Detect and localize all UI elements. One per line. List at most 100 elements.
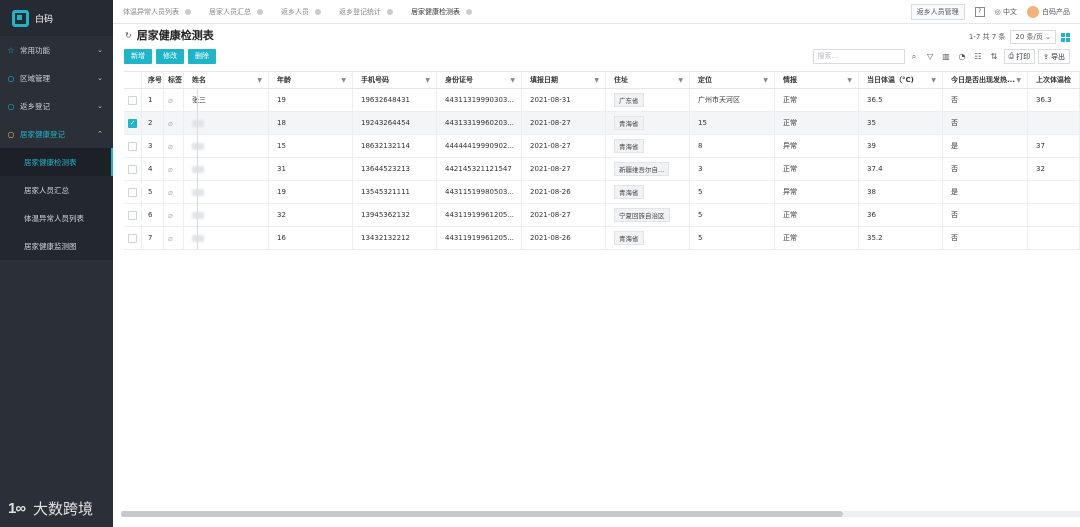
submenu-health-chart[interactable]: 居家健康监测图 (0, 232, 113, 260)
paperclip-icon[interactable]: ⌀ (168, 119, 173, 128)
filter-icon[interactable]: ▽ (924, 49, 937, 64)
location-cell: 5 (690, 204, 775, 226)
row-index: 2 (142, 112, 164, 134)
logo[interactable]: 白码 (0, 0, 113, 36)
export-button[interactable]: ⇪ 导出 (1038, 49, 1070, 64)
last-temp-cell (1028, 204, 1080, 226)
table-row[interactable]: 3 ⌀ 15 18632132114 44444419990902... 2021-08-… (124, 135, 1080, 158)
menu-region[interactable]: ○ 区域管理 ⌄ (0, 64, 113, 92)
table-row[interactable]: ✓ 2 ⌀ 18 19243264454 44313319960203... 2021-08… (124, 112, 1080, 135)
close-icon[interactable] (315, 8, 321, 15)
submenu-home-summary[interactable]: 居家人员汇总 (0, 176, 113, 204)
submenu-health-check[interactable]: 居家健康检测表 (0, 148, 113, 176)
tab-home-summary[interactable]: 居家人员汇总 (199, 0, 271, 24)
top-right-controls: 返乡人员管理 ? ◎ 中文 白码产品 (910, 0, 1070, 24)
phone-cell: 13545321111 (353, 181, 437, 203)
paperclip-icon[interactable]: ⌀ (168, 234, 173, 243)
paperclip-icon[interactable]: ⌀ (168, 188, 173, 197)
row-checkbox[interactable] (128, 210, 137, 220)
tab-return-stats[interactable]: 返乡登记统计 (329, 0, 401, 24)
page-size-select[interactable]: 20 条/页 ⌄ (1010, 30, 1056, 44)
row-checkbox-cell: ✓ (124, 112, 142, 134)
tab-abnormal-temp[interactable]: 体温异常人员列表 (113, 0, 199, 24)
pie-chart-icon[interactable]: ◔ (956, 49, 969, 64)
pager-text: 1-7 共 7 条 (968, 33, 1006, 41)
refresh-icon[interactable]: ↻ (125, 31, 132, 40)
status-cell: 异常 (775, 181, 859, 203)
printer-icon: ⎙ (1008, 52, 1015, 60)
print-button[interactable]: ⎙ 打印 (1003, 49, 1036, 64)
row-checkbox[interactable] (128, 233, 137, 243)
redacted-name (192, 165, 204, 173)
paperclip-icon[interactable]: ⌀ (168, 142, 173, 151)
date-cell: 2021-08-31 (522, 89, 606, 111)
age-cell: 19 (269, 181, 353, 203)
paperclip-icon[interactable]: ⌀ (168, 165, 173, 174)
table-row[interactable]: 4 ⌀ 31 13644523213 442145321121547 2021-08-27… (124, 158, 1080, 181)
scrollbar-thumb[interactable] (121, 511, 843, 517)
header-location[interactable]: 定位 ▼ (690, 72, 775, 88)
close-icon[interactable] (466, 8, 472, 15)
sort-icon[interactable]: ⇅ (988, 49, 1001, 64)
row-checkbox[interactable] (128, 95, 137, 105)
layout-grid-icon[interactable] (1061, 32, 1070, 42)
table-row[interactable]: 7 ⌀ 16 13432132212 44311919961205... 2021-08-… (124, 227, 1080, 250)
header-status[interactable]: 情报 ▼ (775, 72, 859, 88)
sidebar: 白码 ☆ 常用功能 ⌄ ○ 区域管理 ⌄ ○ 返乡登记 ⌄ ○ 居家健康登记 ⌃… (0, 0, 113, 527)
header-name[interactable]: 姓名 ▼ (184, 72, 269, 88)
phone-cell: 19632648431 (353, 89, 437, 111)
menu-return[interactable]: ○ 返乡登记 ⌄ (0, 92, 113, 120)
date-cell: 2021-08-27 (522, 204, 606, 226)
header-last-temp[interactable]: 上次体温检 (1028, 72, 1080, 88)
help-icon[interactable]: ? (974, 7, 985, 17)
menu-health[interactable]: ○ 居家健康登记 ⌃ (0, 120, 113, 148)
header-id-number[interactable]: 身份证号 ▼ (437, 72, 522, 88)
close-icon[interactable] (185, 8, 191, 15)
row-checkbox[interactable] (128, 187, 137, 197)
last-temp-cell: 37 (1028, 135, 1080, 157)
delete-button[interactable]: 删除 (188, 48, 216, 64)
redacted-name (192, 119, 204, 127)
edit-button[interactable]: 修改 (156, 48, 184, 64)
header-phone[interactable]: 手机号码 ▼ (353, 72, 437, 88)
avatar (1027, 6, 1039, 18)
address-cell: 宁夏回族自治区 (606, 204, 690, 226)
header-label: 住址 (614, 76, 628, 84)
add-button[interactable]: 新增 (124, 48, 152, 64)
table-toolbar: 搜索... ⌕ ▽ ▥ ◔ ☷ ⇅ ⎙ 打印 ⇪ 导出 (812, 49, 1070, 64)
paperclip-icon[interactable]: ⌀ (168, 211, 173, 220)
header-age[interactable]: 年龄 ▼ (269, 72, 353, 88)
tab-returnees[interactable]: 返乡人员 (271, 0, 329, 24)
bar-chart-icon[interactable]: ▥ (940, 49, 953, 64)
search-icon[interactable]: ⌕ (908, 49, 921, 64)
row-checkbox[interactable]: ✓ (128, 118, 137, 128)
header-temperature[interactable]: 当日体温（°C) ▼ (859, 72, 943, 88)
table-settings-icon[interactable]: ☷ (972, 49, 985, 64)
location-cell: 广州市天河区 (690, 89, 775, 111)
close-icon[interactable] (387, 8, 393, 15)
menu-label: 居家健康登记 (20, 129, 65, 139)
table-header: 序号 标签 姓名 ▼ 年龄 ▼ 手机号码 ▼ 身份证号 ▼ 填报日期 ▼ 住址 ▼ 定位 ▼ … (124, 71, 1080, 89)
horizontal-scrollbar[interactable] (121, 511, 1080, 517)
manage-returnees-button[interactable]: 返乡人员管理 (910, 4, 965, 20)
row-index: 1 (142, 89, 164, 111)
table-row[interactable]: 1 ⌀ 张三 19 19632648431 44311319990303... 2021-0… (124, 89, 1080, 112)
search-input[interactable]: 搜索... (812, 49, 905, 64)
tab-health-check[interactable]: 居家健康检测表 (401, 0, 480, 24)
row-index: 7 (142, 227, 164, 249)
row-index: 6 (142, 204, 164, 226)
header-address[interactable]: 住址 ▼ (606, 72, 690, 88)
menu-common[interactable]: ☆ 常用功能 ⌄ (0, 36, 113, 64)
table-row[interactable]: 6 ⌀ 32 13945362132 44311919961205... 2021-08-… (124, 204, 1080, 227)
header-label: 手机号码 (361, 76, 389, 84)
header-date[interactable]: 填报日期 ▼ (522, 72, 606, 88)
paperclip-icon[interactable]: ⌀ (168, 96, 173, 105)
row-checkbox[interactable] (128, 141, 137, 151)
close-icon[interactable] (257, 8, 263, 15)
language-switch[interactable]: ◎ 中文 (995, 7, 1017, 17)
submenu-abnormal-temp[interactable]: 体温异常人员列表 (0, 204, 113, 232)
table-row[interactable]: 5 ⌀ 19 13545321111 44311519980503... 2021-08-… (124, 181, 1080, 204)
header-fever[interactable]: 今日是否出现发热... ▼ (943, 72, 1028, 88)
row-checkbox[interactable] (128, 164, 137, 174)
user-menu[interactable]: 白码产品 (1027, 6, 1070, 18)
